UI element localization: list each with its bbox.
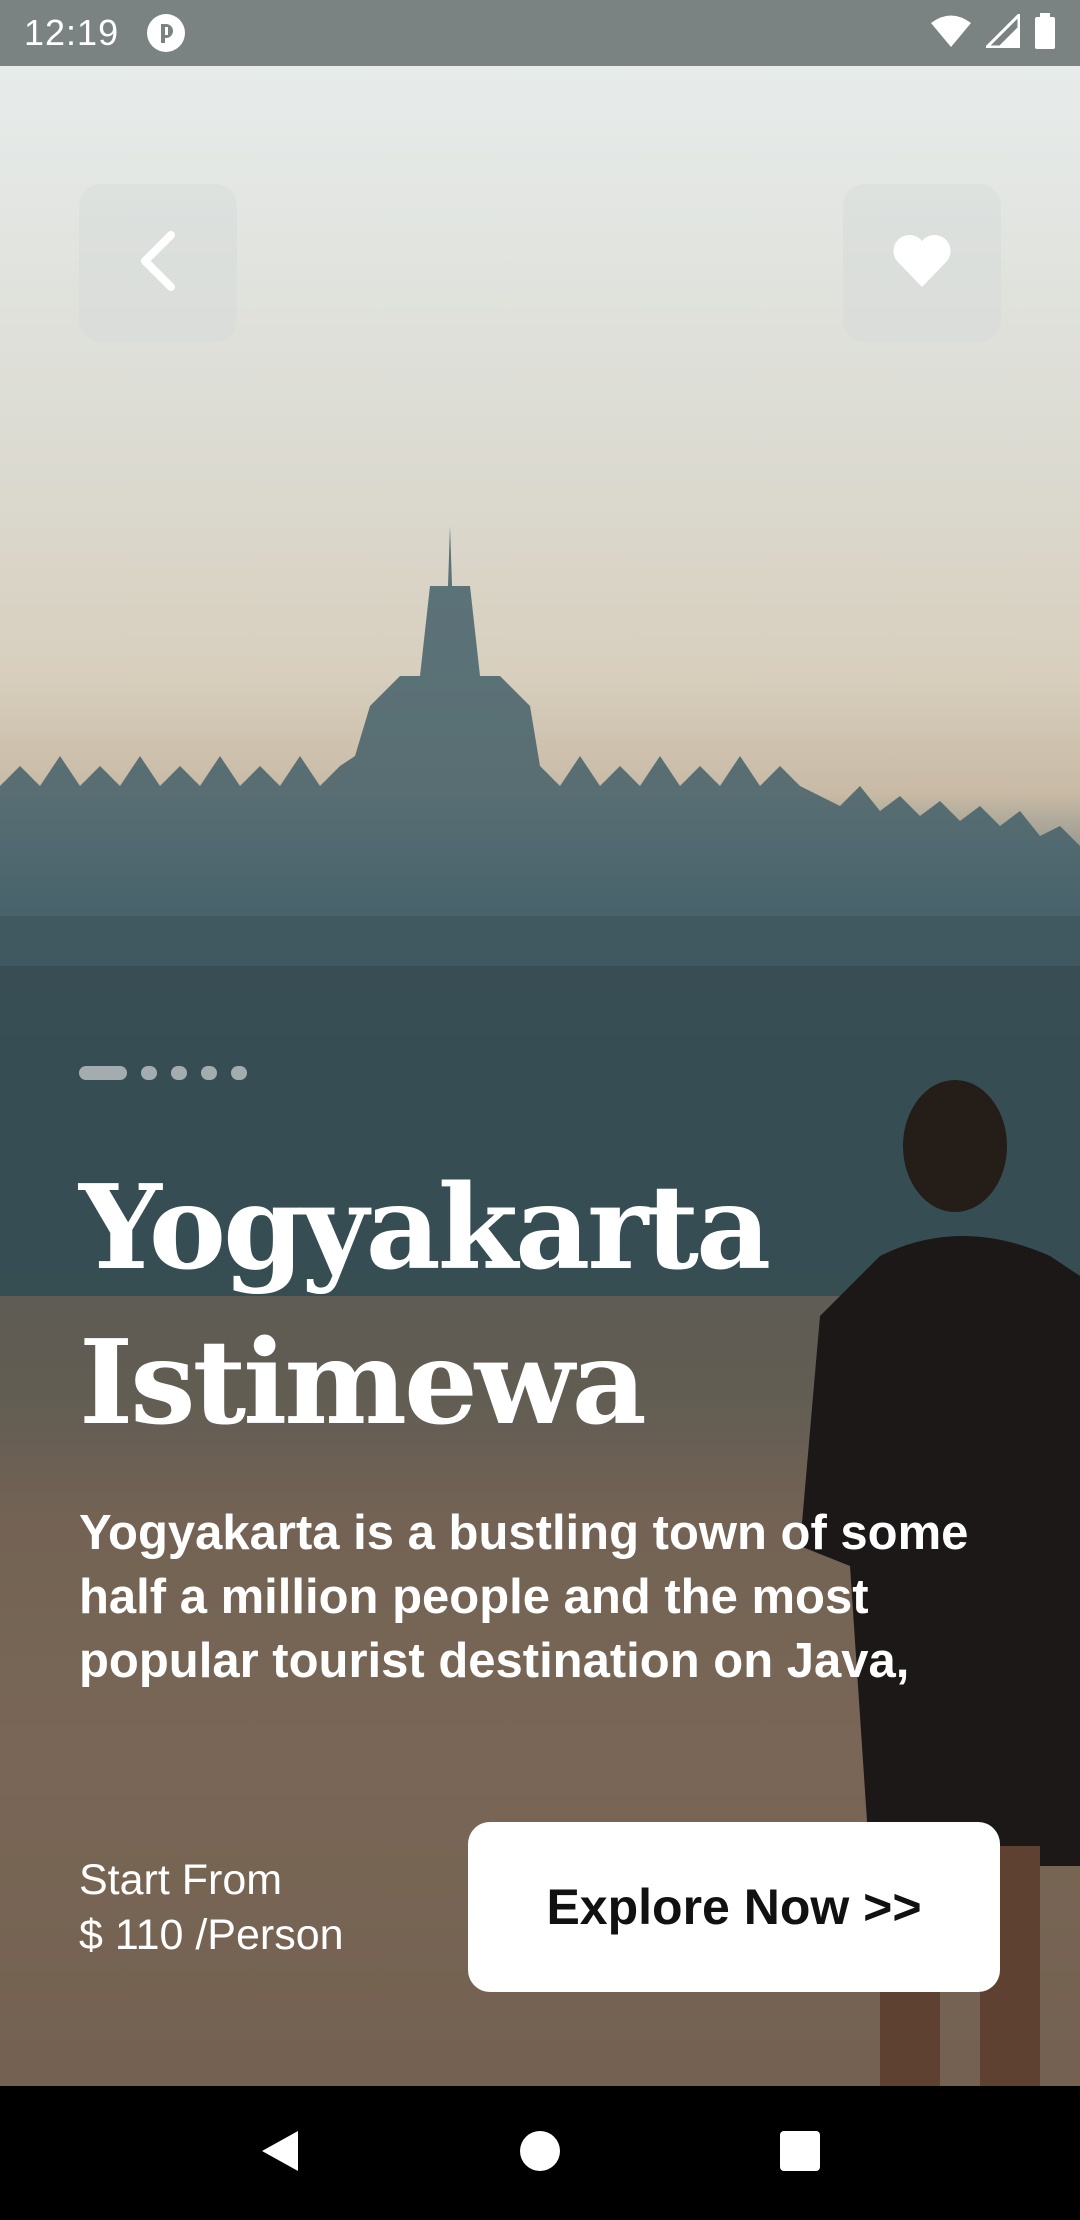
chevron-left-icon	[133, 229, 183, 297]
home-circle-icon	[518, 2129, 562, 2177]
indicator-dot[interactable]	[201, 1066, 217, 1080]
system-nav-bar	[0, 2086, 1080, 2220]
price-value: $ 110 /Person	[79, 1911, 344, 1959]
description-line: Yogyakarta is a bustling town of some	[79, 1506, 969, 1560]
destination-description: Yogyakarta is a bustling town of some ha…	[79, 1501, 999, 1693]
title-line: Yogyakarta	[79, 1160, 771, 1296]
recents-square-icon	[778, 2129, 822, 2177]
description-line: half a million people and the most	[79, 1570, 869, 1624]
status-bar: 12:19	[0, 0, 1080, 66]
wifi-icon	[930, 14, 972, 52]
nav-recents-button[interactable]	[760, 2113, 840, 2193]
price-block: Start From $ 110 /Person	[79, 1853, 344, 1963]
description-line: popular tourist destination on Java,	[79, 1634, 910, 1688]
price-label: Start From	[79, 1856, 283, 1904]
battery-icon	[1034, 13, 1056, 53]
indicator-dot[interactable]	[231, 1066, 247, 1080]
nav-back-button[interactable]	[240, 2113, 320, 2193]
back-button[interactable]	[79, 184, 237, 342]
notification-app-icon	[147, 14, 186, 52]
favorite-button[interactable]	[843, 184, 1001, 342]
indicator-dot-active[interactable]	[79, 1066, 127, 1080]
heart-icon	[891, 233, 953, 293]
indicator-dot[interactable]	[171, 1066, 187, 1080]
destination-title: Yogyakarta Istimewa	[79, 1151, 979, 1461]
back-triangle-icon	[258, 2127, 302, 2179]
hero-background: Yogyakarta Istimewa Yogyakarta is a bust…	[0, 66, 1080, 2086]
carousel-indicator	[79, 1066, 247, 1080]
status-time: 12:19	[24, 12, 120, 53]
nav-home-button[interactable]	[500, 2113, 580, 2193]
signal-icon	[983, 11, 1021, 52]
indicator-dot[interactable]	[141, 1066, 157, 1080]
explore-now-button[interactable]: Explore Now >>	[468, 1822, 1000, 1992]
title-line: Istimewa	[79, 1315, 647, 1451]
